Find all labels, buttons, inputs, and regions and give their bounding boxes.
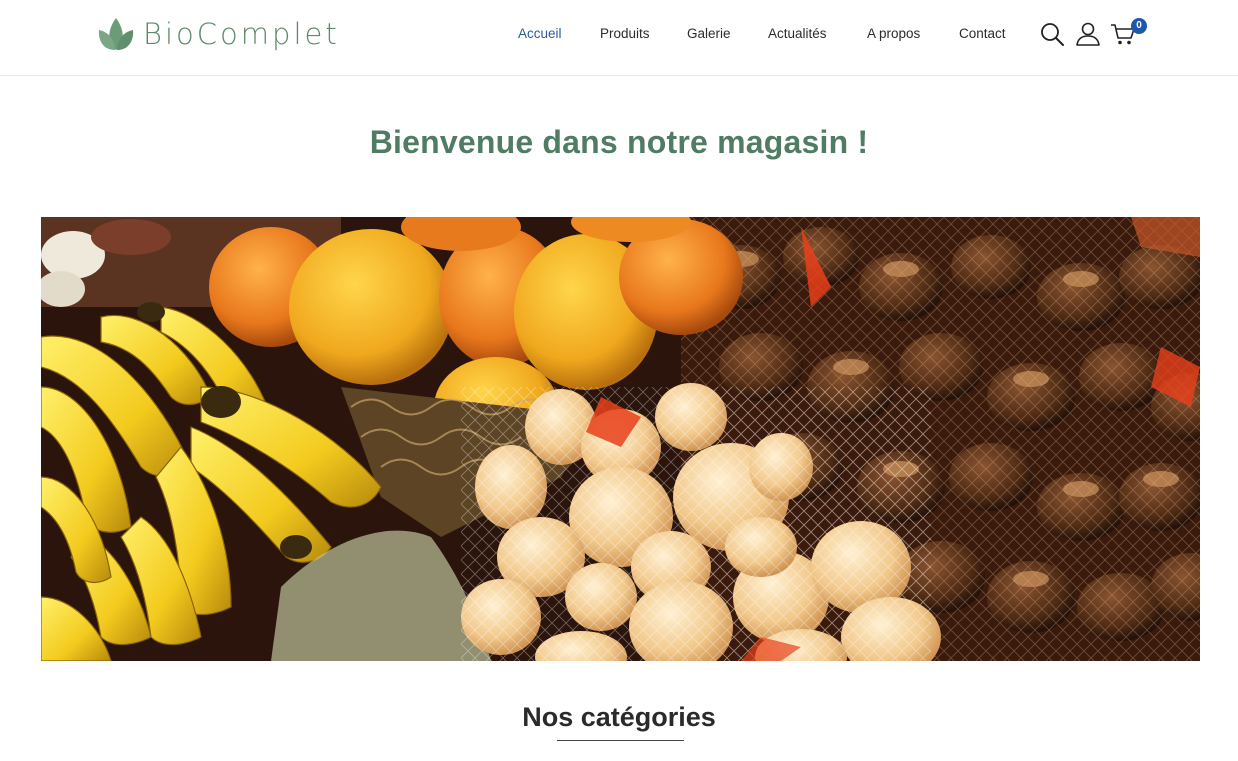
nav-item-contact[interactable]: Contact — [959, 26, 1006, 41]
account-button[interactable] — [1075, 22, 1101, 51]
welcome-title: Bienvenue dans notre magasin ! — [369, 124, 869, 160]
search-button[interactable] — [1040, 22, 1064, 51]
brand-logo[interactable]: BioComplet — [97, 14, 340, 54]
site-header: BioComplet Accueil Produits Galerie Actu… — [0, 0, 1238, 76]
user-icon — [1076, 22, 1100, 46]
nav-item-accueil[interactable]: Accueil — [518, 26, 562, 41]
nav-item-a-propos[interactable]: A propos — [867, 26, 920, 41]
leaf-logo-icon — [98, 18, 134, 50]
nav-item-actualites[interactable]: Actualités — [768, 26, 827, 41]
market-produce-image — [41, 217, 1200, 661]
nav-item-produits[interactable]: Produits — [600, 26, 650, 41]
categories-title-underline — [557, 740, 684, 741]
brand-name: BioComplet — [143, 16, 340, 51]
cart-count-badge: 0 — [1131, 18, 1147, 34]
hero-image — [41, 217, 1200, 661]
search-icon — [1041, 23, 1064, 46]
nav-item-galerie[interactable]: Galerie — [687, 26, 731, 41]
categories-title: Nos catégories — [522, 702, 716, 732]
